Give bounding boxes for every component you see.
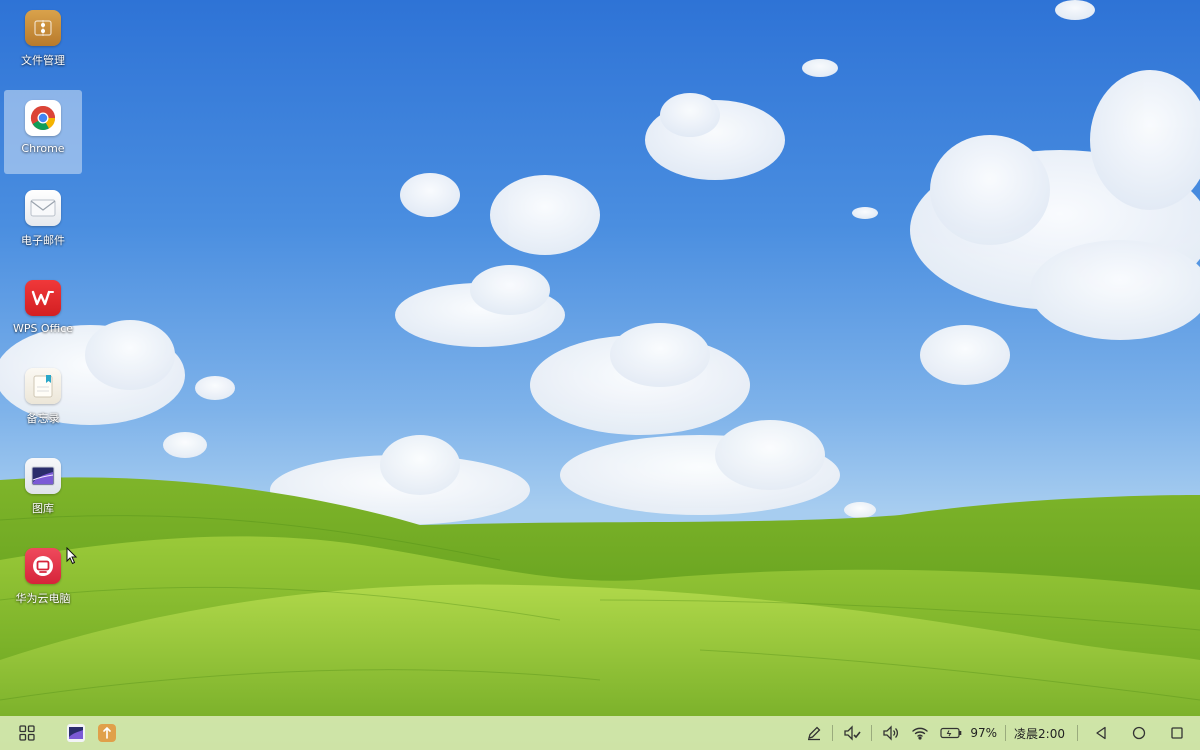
desktop-icon-label: 华为云电脑 — [15, 592, 71, 605]
email-icon — [25, 190, 61, 226]
back-icon[interactable] — [1082, 716, 1120, 750]
desktop-icon-label: WPS Office — [12, 322, 74, 335]
clock[interactable]: 凌晨2:00 — [1010, 725, 1073, 742]
desktop-icon-gallery[interactable]: 图库 — [4, 448, 82, 532]
do-not-disturb-icon[interactable] — [837, 716, 867, 750]
tray-separator — [832, 725, 834, 741]
tray-separator — [1077, 725, 1078, 741]
wps-office-icon — [25, 280, 61, 316]
desktop-icon-label: Chrome — [21, 142, 65, 155]
mouse-cursor-icon — [66, 547, 78, 565]
battery-icon[interactable] — [934, 716, 968, 750]
desktop-icon-file-manager[interactable]: 文件管理 — [4, 0, 82, 84]
huawei-cloud-pc-icon — [25, 548, 61, 584]
desktop-icon-label: 备忘录 — [26, 412, 60, 425]
desktop-icon-wps-office[interactable]: WPS Office — [4, 270, 82, 354]
tray-separator — [871, 725, 873, 741]
taskbar-gallery-icon[interactable] — [64, 721, 88, 745]
recents-icon[interactable] — [1158, 716, 1192, 750]
memo-icon — [25, 368, 61, 404]
gallery-icon — [25, 458, 61, 494]
desktop-icon-label: 图库 — [32, 502, 54, 515]
wifi-icon[interactable] — [906, 716, 934, 750]
file-manager-icon — [25, 10, 61, 46]
desktop: 文件管理 Chrome 电子邮件 WPS Office 备忘录 图库 华为云电脑… — [0, 0, 1200, 750]
desktop-icon-memo[interactable]: 备忘录 — [4, 358, 82, 442]
taskbar: 97% 凌晨2:00 — [0, 716, 1200, 750]
stylus-icon[interactable] — [800, 716, 828, 750]
desktop-icon-email[interactable]: 电子邮件 — [4, 180, 82, 264]
app-grid-icon[interactable] — [15, 721, 39, 745]
wallpaper — [0, 0, 1200, 750]
taskbar-file-manager-icon[interactable] — [95, 721, 119, 745]
chrome-icon — [25, 100, 61, 136]
battery-percent: 97% — [970, 726, 998, 740]
desktop-icon-label: 文件管理 — [21, 54, 65, 67]
desktop-icon-label: 电子邮件 — [21, 234, 65, 247]
home-icon[interactable] — [1120, 716, 1158, 750]
tray-separator — [1005, 725, 1007, 741]
desktop-icon-chrome[interactable]: Chrome — [4, 90, 82, 174]
volume-icon[interactable] — [876, 716, 906, 750]
